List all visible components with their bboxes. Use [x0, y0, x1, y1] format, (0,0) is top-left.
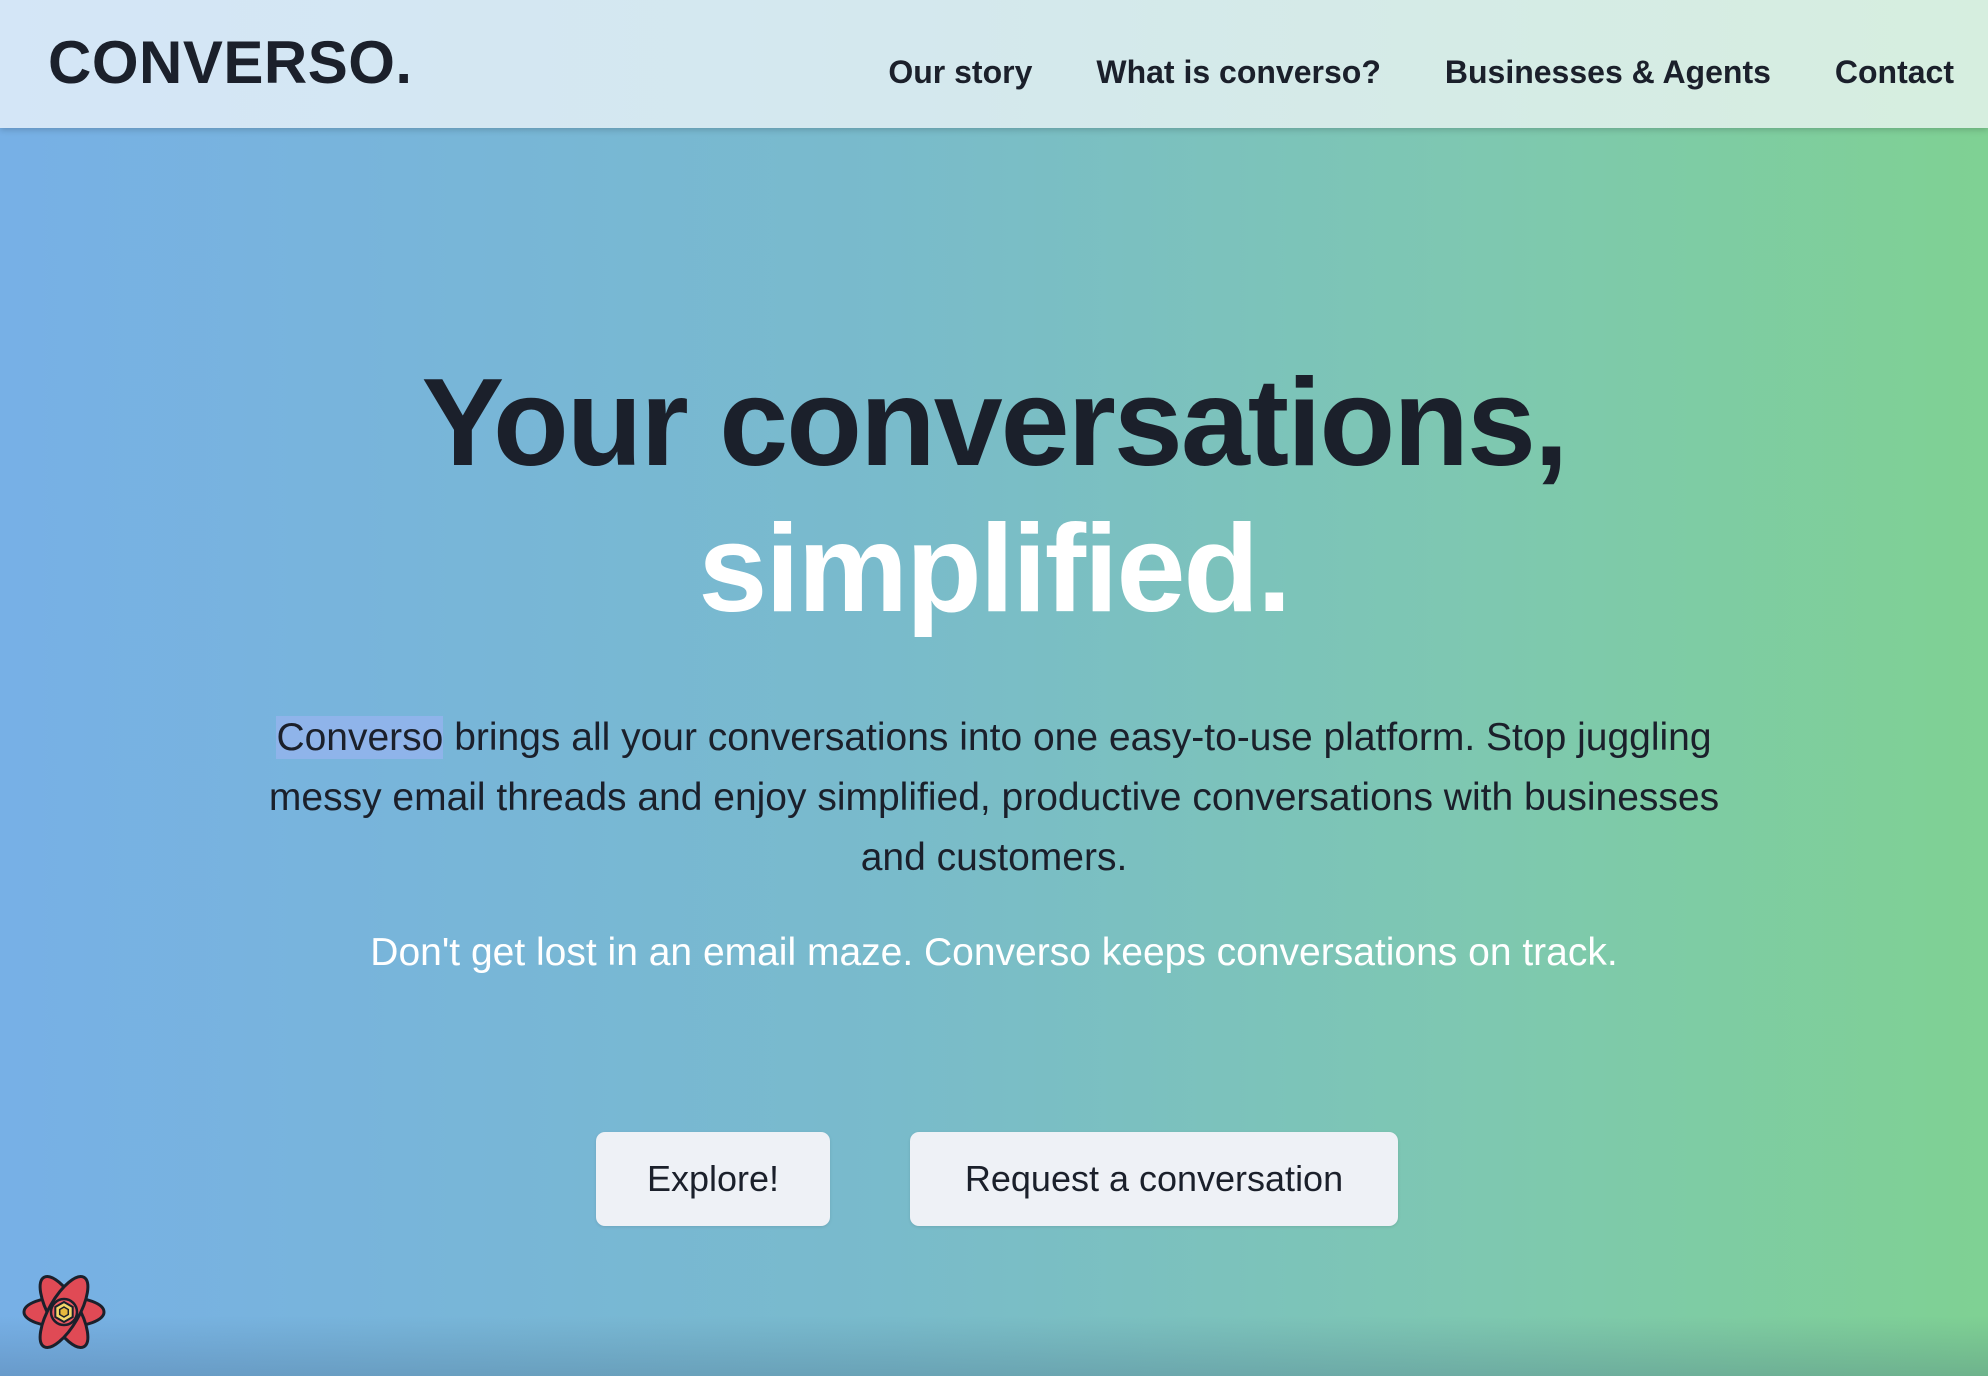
- hero-headline-line2: simplified.: [698, 500, 1291, 638]
- selected-brand-text: Converso: [276, 716, 444, 759]
- hero-intro-text: brings all your conversations into one e…: [268, 716, 1720, 879]
- react-query-devtools-button[interactable]: [20, 1270, 108, 1354]
- nav-link-what-is-converso[interactable]: What is converso?: [1096, 50, 1381, 94]
- request-conversation-button[interactable]: Request a conversation: [910, 1132, 1398, 1226]
- site-header: CONVERSO. Our story What is converso? Bu…: [0, 0, 1988, 128]
- hero-section: Your conversations, simplified. Converso…: [0, 128, 1988, 1376]
- site-logo[interactable]: CONVERSO.: [48, 28, 413, 98]
- page: CONVERSO. Our story What is converso? Bu…: [0, 0, 1988, 1376]
- explore-button[interactable]: Explore!: [596, 1132, 830, 1226]
- main-nav: Our story What is converso? Businesses &…: [888, 50, 1954, 94]
- react-query-devtools-icon: [22, 1275, 106, 1349]
- hero-headline-line1: Your conversations,: [421, 354, 1569, 492]
- hero-tagline: Don't get lost in an email maze. Convers…: [370, 931, 1618, 974]
- nav-link-contact[interactable]: Contact: [1835, 50, 1954, 94]
- nav-link-our-story[interactable]: Our story: [888, 50, 1032, 94]
- nav-link-businesses-agents[interactable]: Businesses & Agents: [1445, 50, 1771, 94]
- hero-intro-paragraph: Converso brings all your conversations i…: [244, 708, 1744, 888]
